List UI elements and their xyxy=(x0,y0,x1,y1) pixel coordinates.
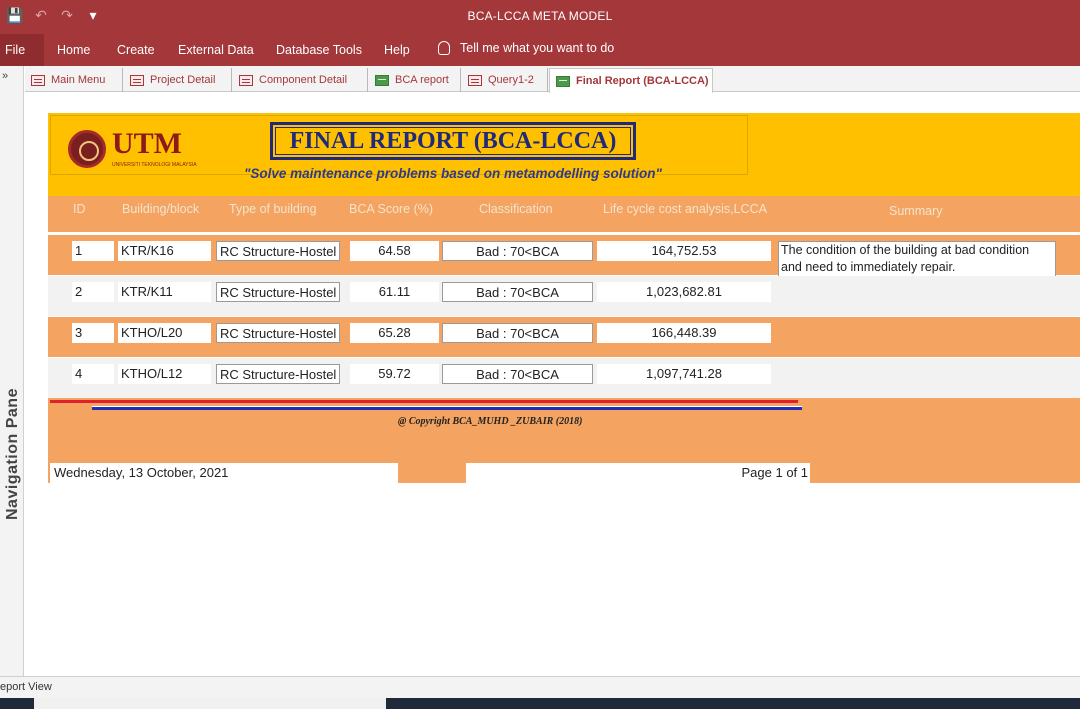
cell-classification: Bad : 70<BCA xyxy=(442,364,593,384)
column-header-building: Building/block xyxy=(122,202,200,216)
column-header-lcca: Life cycle cost analysis,LCCA xyxy=(603,202,767,216)
utm-logo: UTM UNIVERSITI TEKNOLOGI MALAYSIA xyxy=(68,128,198,170)
table-row: 2 KTR/K11 RC Structure-Hostel 61.11 Bad … xyxy=(48,276,1080,316)
column-header-classification: Classification xyxy=(479,202,553,216)
tab-final-report[interactable]: Final Report (BCA-LCCA) xyxy=(549,68,713,93)
expand-pane-icon[interactable]: » xyxy=(2,70,8,82)
tab-component-detail[interactable]: Component Detail xyxy=(233,68,368,92)
tab-label: Final Report (BCA-LCCA) xyxy=(576,75,709,87)
cell-lcca: 1,023,682.81 xyxy=(597,282,771,302)
document-tabs: Main Menu Project Detail Component Detai… xyxy=(25,66,1080,93)
cell-type: RC Structure-Hostel xyxy=(216,364,340,384)
tab-main-menu[interactable]: Main Menu xyxy=(25,68,123,92)
logo-subtext: UNIVERSITI TEKNOLOGI MALAYSIA xyxy=(112,162,197,168)
navigation-pane-label: Navigation Pane xyxy=(4,388,21,520)
menu-external-data[interactable]: External Data xyxy=(178,43,254,57)
cell-building: KTR/K11 xyxy=(118,282,211,302)
tab-label: Project Detail xyxy=(150,74,216,86)
tab-label: Main Menu xyxy=(51,74,106,86)
view-mode-label: eport View xyxy=(0,681,52,693)
cell-building: KTHO/L20 xyxy=(118,323,211,343)
table-row: 3 KTHO/L20 RC Structure-Hostel 65.28 Bad… xyxy=(48,317,1080,357)
cell-id: 1 xyxy=(72,241,114,261)
report-icon xyxy=(556,75,570,87)
tell-me-box[interactable]: Tell me what you want to do xyxy=(438,41,614,55)
report-tagline: "Solve maintenance problems based on met… xyxy=(244,166,662,181)
copyright-text: @ Copyright BCA_MUHD _ZUBAIR (2018) xyxy=(398,416,583,427)
query-icon xyxy=(468,74,482,86)
tell-me-text: Tell me what you want to do xyxy=(460,41,615,55)
cell-building: KTHO/L12 xyxy=(118,364,211,384)
navigation-pane[interactable]: » Navigation Pane xyxy=(0,66,24,676)
form-icon xyxy=(130,74,144,86)
menu-home[interactable]: Home xyxy=(57,43,90,57)
utm-seal-icon xyxy=(68,130,106,168)
menu-database-tools[interactable]: Database Tools xyxy=(276,43,362,57)
cell-score: 65.28 xyxy=(350,323,439,343)
report-title: FINAL REPORT (BCA-LCCA) xyxy=(270,122,636,160)
menu-help[interactable]: Help xyxy=(384,43,410,57)
table-row: 4 KTHO/L12 RC Structure-Hostel 59.72 Bad… xyxy=(48,358,1080,398)
cell-score: 61.11 xyxy=(350,282,439,302)
os-taskbar xyxy=(0,698,1080,709)
column-header-id: ID xyxy=(73,202,86,216)
cell-id: 2 xyxy=(72,282,114,302)
cell-lcca: 1,097,741.28 xyxy=(597,364,771,384)
report-date: Wednesday, 13 October, 2021 xyxy=(50,463,398,483)
column-header-summary: Summary xyxy=(889,204,943,218)
title-bar: 💾 ↶ ↷ ▾ BCA-LCCA META MODEL xyxy=(0,0,1080,34)
column-header-type: Type of building xyxy=(229,202,317,216)
cell-lcca: 166,448.39 xyxy=(597,323,771,343)
cell-classification: Bad : 70<BCA xyxy=(442,241,593,261)
window-title: BCA-LCCA META MODEL xyxy=(467,9,613,23)
cell-id: 3 xyxy=(72,323,114,343)
tab-label: Query1-2 xyxy=(488,74,534,86)
cell-type: RC Structure-Hostel xyxy=(216,282,340,302)
menu-create[interactable]: Create xyxy=(117,43,155,57)
divider-blue xyxy=(92,406,802,410)
status-bar: eport View xyxy=(0,676,1080,698)
tab-bca-report[interactable]: BCA report xyxy=(369,68,461,92)
tab-project-detail[interactable]: Project Detail xyxy=(124,68,232,92)
form-icon xyxy=(239,74,253,86)
tab-label: BCA report xyxy=(395,74,449,86)
form-icon xyxy=(31,74,45,86)
ribbon: File Home Create External Data Database … xyxy=(0,34,1080,66)
cell-score: 64.58 xyxy=(350,241,439,261)
page-number: Page 1 of 1 xyxy=(466,463,810,483)
cell-id: 4 xyxy=(72,364,114,384)
cell-classification: Bad : 70<BCA xyxy=(442,282,593,302)
logo-text: UTM xyxy=(112,127,182,160)
lightbulb-icon xyxy=(438,41,450,55)
tab-query1-2[interactable]: Query1-2 xyxy=(462,68,548,92)
tab-label: Component Detail xyxy=(259,74,348,86)
taskbar-search[interactable] xyxy=(34,698,386,709)
cell-lcca: 164,752.53 xyxy=(597,241,771,261)
cell-classification: Bad : 70<BCA xyxy=(442,323,593,343)
column-header-row: ID Building/block Type of building BCA S… xyxy=(48,196,1080,232)
cell-building: KTR/K16 xyxy=(118,241,211,261)
cell-type: RC Structure-Hostel xyxy=(216,241,340,261)
column-header-score: BCA Score (%) xyxy=(349,202,434,216)
cell-type: RC Structure-Hostel xyxy=(216,323,340,343)
report-icon xyxy=(375,74,389,86)
summary-text: The condition of the building at bad con… xyxy=(778,241,1056,277)
file-menu[interactable]: File xyxy=(0,34,44,66)
cell-score: 59.72 xyxy=(350,364,439,384)
divider-red xyxy=(50,400,798,403)
